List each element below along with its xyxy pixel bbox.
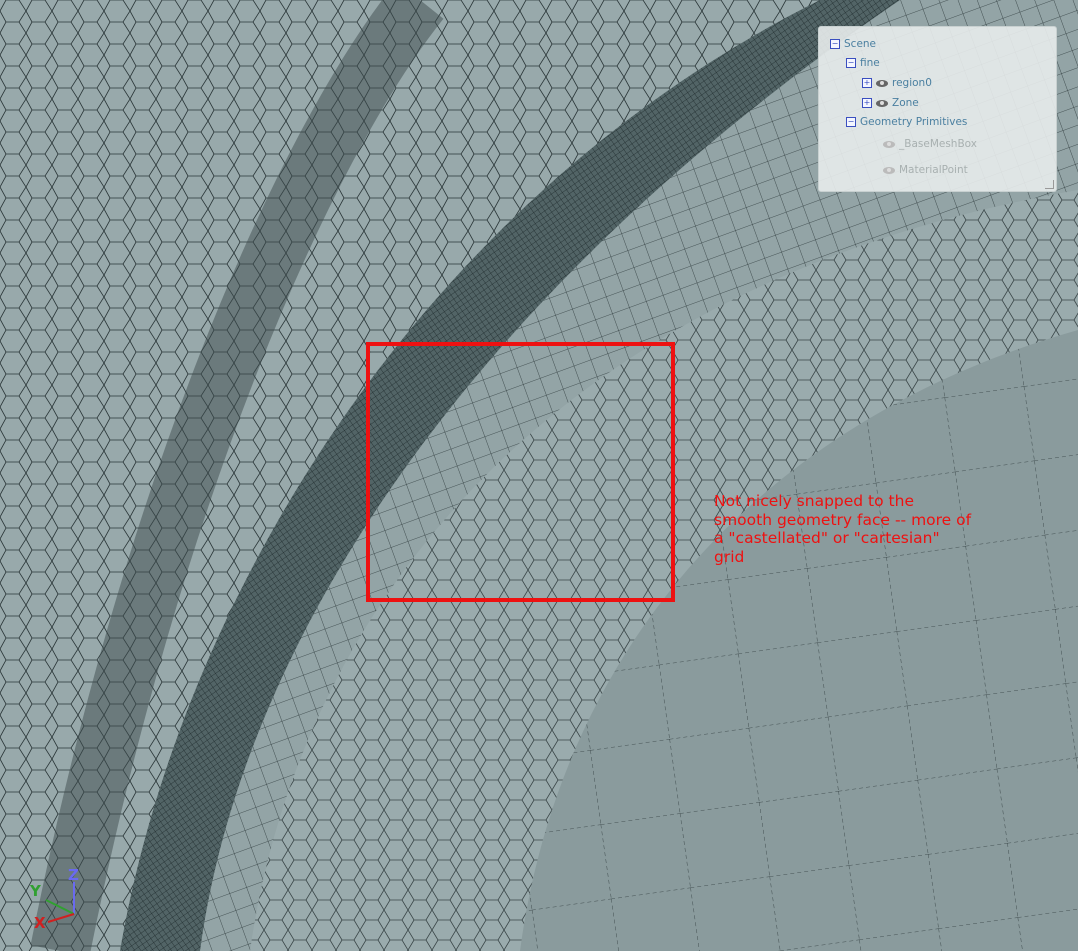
- tree-item-geometry-primitives[interactable]: − Geometry Primitives: [846, 116, 967, 128]
- y-axis: [45, 899, 75, 915]
- tree-item-basemeshbox[interactable]: _BaseMeshBox: [883, 138, 977, 150]
- tree-item-label: _BaseMeshBox: [899, 138, 977, 150]
- expand-icon[interactable]: +: [862, 98, 872, 108]
- resize-handle[interactable]: [1045, 180, 1054, 189]
- tree-item-label: region0: [892, 77, 932, 89]
- expand-icon[interactable]: +: [862, 78, 872, 88]
- x-axis: [47, 913, 75, 923]
- orientation-axes: Z Y X: [29, 866, 79, 928]
- highlight-rectangle: [366, 342, 675, 602]
- tree-item-fine[interactable]: − fine: [846, 57, 880, 69]
- collapse-icon[interactable]: −: [846, 117, 856, 127]
- collapse-icon[interactable]: −: [846, 58, 856, 68]
- scene-tree-panel: − Scene − fine + region0 + Zone − Geomet…: [818, 26, 1057, 192]
- tree-item-label: Zone: [892, 97, 919, 109]
- y-label: Y: [29, 882, 42, 900]
- eye-icon[interactable]: [876, 79, 888, 87]
- tree-item-scene[interactable]: − Scene: [830, 38, 876, 50]
- z-label: Z: [68, 866, 79, 884]
- tree-item-label: Scene: [844, 38, 877, 50]
- tree-item-zone[interactable]: + Zone: [862, 97, 919, 109]
- eye-icon[interactable]: [876, 99, 888, 107]
- eye-icon[interactable]: [883, 166, 895, 174]
- eye-icon[interactable]: [883, 140, 895, 148]
- x-label: X: [34, 914, 46, 928]
- tree-item-label: Geometry Primitives: [860, 116, 968, 128]
- annotation-text: Not nicely snapped to the smooth geometr…: [714, 492, 972, 566]
- tree-item-region0[interactable]: + region0: [862, 77, 932, 89]
- tree-item-label: fine: [860, 57, 880, 69]
- tree-item-label: MaterialPoint: [899, 164, 968, 176]
- collapse-icon[interactable]: −: [830, 39, 840, 49]
- tree-item-materialpoint[interactable]: MaterialPoint: [883, 164, 968, 176]
